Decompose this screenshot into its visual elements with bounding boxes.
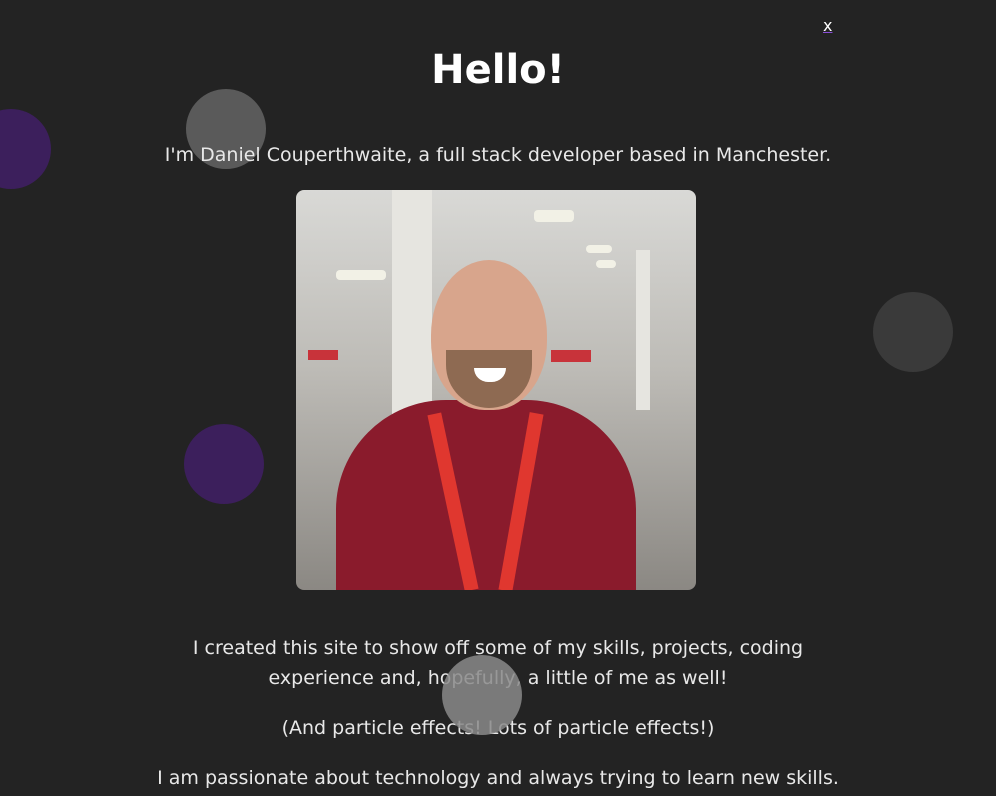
- profile-photo: [296, 190, 696, 590]
- intro-text: I'm Daniel Couperthwaite, a full stack d…: [164, 144, 832, 166]
- page-title: Hello!: [431, 47, 565, 93]
- paragraph-passion: I am passionate about technology and alw…: [157, 767, 839, 789]
- particle-gray-light: [442, 655, 522, 735]
- close-button[interactable]: x: [823, 16, 832, 36]
